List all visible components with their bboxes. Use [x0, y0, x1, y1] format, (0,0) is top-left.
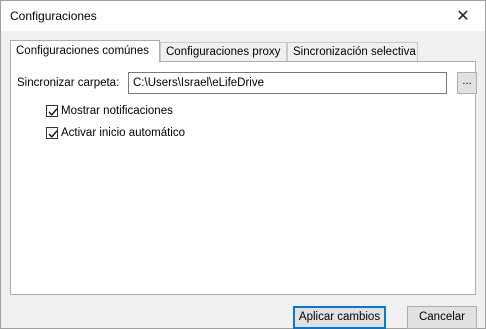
autostart-label: Activar inicio automático: [61, 127, 185, 139]
title-bar: Configuraciones ✕: [1, 1, 485, 31]
window-title: Configuraciones: [10, 9, 97, 23]
sync-folder-label: Sincronizar carpeta:: [17, 77, 120, 89]
show-notifications-label: Mostrar notificaciones: [61, 105, 173, 117]
sync-folder-input[interactable]: C:\Users\Israel\eLifeDrive: [128, 72, 447, 94]
autostart-row[interactable]: Activar inicio automático: [46, 127, 185, 139]
checkmark-icon: [48, 108, 58, 116]
show-notifications-checkbox[interactable]: [46, 105, 58, 117]
apply-changes-button[interactable]: Aplicar cambios: [293, 306, 386, 329]
autostart-checkbox[interactable]: [46, 127, 58, 139]
browse-button[interactable]: ...: [457, 72, 477, 94]
close-button[interactable]: ✕: [441, 1, 485, 31]
tab-common-settings[interactable]: Configuraciones comúnes: [10, 40, 160, 62]
show-notifications-row[interactable]: Mostrar notificaciones: [46, 105, 173, 117]
cancel-button[interactable]: Cancelar: [407, 306, 477, 329]
checkmark-icon: [48, 130, 58, 138]
close-icon: ✕: [456, 8, 470, 25]
tab-panel: [10, 61, 476, 295]
tab-proxy-settings[interactable]: Configuraciones proxy: [160, 42, 287, 62]
tab-selective-sync[interactable]: Sincronización selectiva: [287, 42, 418, 62]
settings-dialog: Configuraciones ✕ Configuraciones comúne…: [0, 0, 486, 329]
